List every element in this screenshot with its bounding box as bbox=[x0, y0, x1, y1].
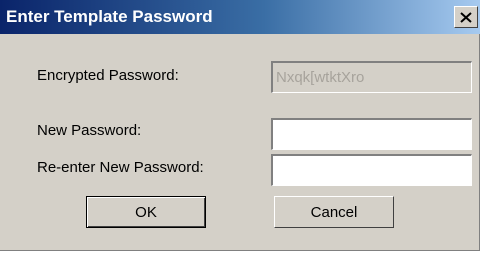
new-password-label: New Password: bbox=[37, 122, 142, 139]
title-bar[interactable]: Enter Template Password bbox=[0, 0, 480, 34]
ok-button[interactable]: OK bbox=[86, 196, 206, 228]
dialog-title: Enter Template Password bbox=[6, 7, 213, 26]
close-button[interactable] bbox=[454, 6, 478, 28]
close-icon bbox=[460, 11, 472, 23]
encrypted-password-label: Encrypted Password: bbox=[37, 67, 179, 84]
reenter-password-label: Re-enter New Password: bbox=[37, 159, 204, 176]
new-password-field[interactable] bbox=[271, 118, 472, 150]
cancel-button[interactable]: Cancel bbox=[274, 196, 394, 228]
encrypted-password-field bbox=[271, 61, 472, 93]
reenter-password-field[interactable] bbox=[271, 154, 472, 186]
template-password-dialog: Enter Template Password Encrypted Passwo… bbox=[0, 0, 480, 251]
